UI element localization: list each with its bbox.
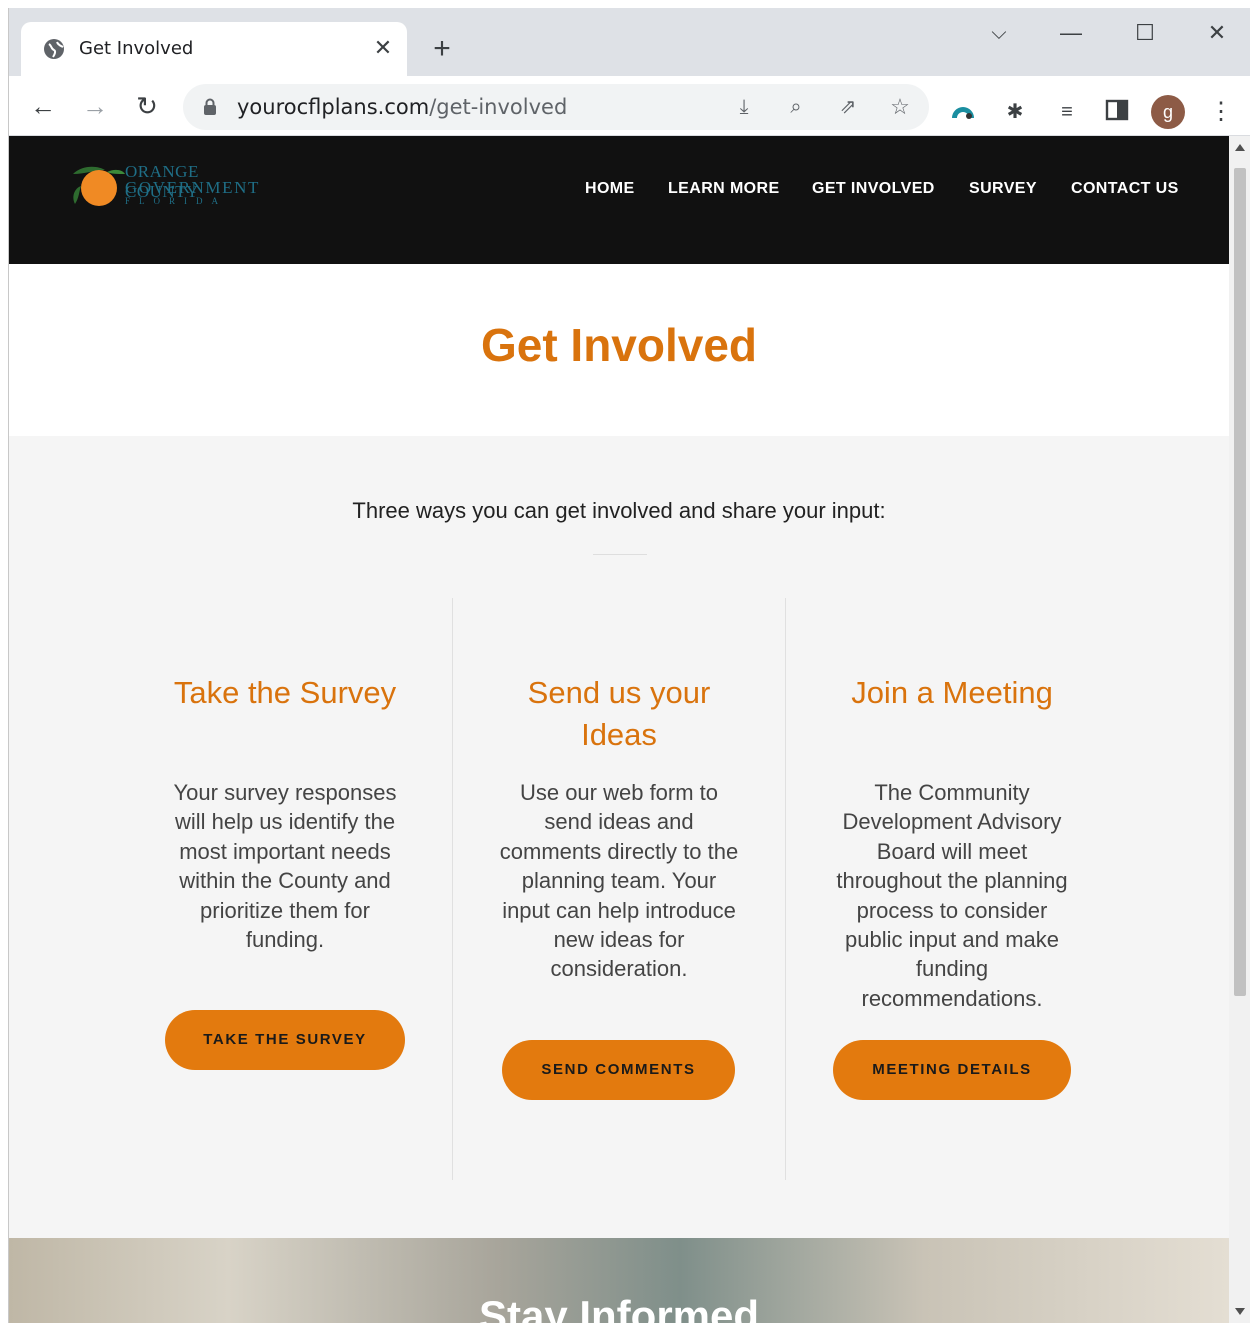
tab-strip: Get Involved ✕ + ⌵ — ☐ ✕ (9, 8, 1250, 76)
text-line: within the County and (179, 868, 391, 894)
column-divider (452, 598, 453, 1180)
column-text: The Community Development Advisory Board… (812, 778, 1092, 1013)
stay-informed-title: Stay Informed (478, 1292, 760, 1323)
text-line: will help us identify the (174, 809, 396, 835)
column-divider (785, 598, 786, 1180)
orange-county-logo[interactable]: ORANGE COUNTY GOVERNMENT FLORIDA (69, 160, 258, 212)
site-header: ORANGE COUNTY GOVERNMENT FLORIDA HOME LE… (9, 136, 1229, 264)
text-line: planning team. Your (521, 868, 717, 894)
meeting-details-button[interactable]: MEETING DETAILS (833, 1040, 1071, 1100)
column-title-line: Take the Survey (173, 675, 397, 710)
stay-informed-banner: Stay Informed (9, 1238, 1229, 1323)
text-line: most important needs (179, 838, 391, 864)
address-bar[interactable]: yourocflplans.com/get-involved ⤓ ⌕ ⇗ ☆ (183, 84, 929, 130)
back-arrow-icon[interactable]: ← (27, 90, 59, 122)
text-line: prioritize them for (200, 897, 370, 923)
side-panel-icon[interactable] (1103, 98, 1131, 126)
text-line: comments directly to the (499, 838, 739, 864)
scroll-up-arrow-icon[interactable] (1235, 144, 1245, 151)
column-title-line: Join a Meeting (851, 675, 1053, 710)
close-tab-icon[interactable]: ✕ (371, 36, 395, 60)
take-survey-button[interactable]: TAKE THE SURVEY (165, 1010, 405, 1070)
logo-line2: GOVERNMENT (125, 178, 260, 197)
extension-arc-graphic (952, 107, 974, 119)
text-line: recommendations. (861, 985, 1043, 1011)
column-text: Use our web form to send ideas and comme… (479, 778, 759, 984)
media-queue-icon[interactable]: ≡ (1053, 98, 1081, 126)
column-title: Take the Survey (145, 672, 425, 714)
bookmark-star-icon[interactable]: ☆ (887, 94, 913, 120)
get-involved-section: Three ways you can get involved and shar… (9, 436, 1229, 1238)
url-path: /get-involved (429, 95, 568, 119)
text-line: Development Advisory (842, 809, 1062, 835)
url-text[interactable]: yourocflplans.com/get-involved (237, 95, 567, 119)
reload-icon[interactable]: ↻ (131, 90, 163, 122)
minimize-icon[interactable]: — (1051, 18, 1091, 48)
nav-survey[interactable]: SURVEY (969, 180, 1037, 198)
orange-fruit-icon (73, 166, 125, 206)
browser-window: Get Involved ✕ + ⌵ — ☐ ✕ ← → ↻ yourocflp… (8, 8, 1250, 1323)
text-line: funding (915, 956, 989, 982)
text-line: process to consider (856, 897, 1048, 923)
browser-toolbar: ← → ↻ yourocflplans.com/get-involved ⤓ ⌕… (9, 76, 1250, 136)
text-line: throughout the planning (836, 868, 1068, 894)
text-line: new ideas for (553, 927, 685, 953)
forward-arrow-icon[interactable]: → (79, 90, 111, 122)
text-line: funding. (245, 927, 325, 953)
logo-line3: FLORIDA (125, 196, 228, 206)
hero: Get Involved (9, 264, 1229, 436)
profile-avatar[interactable]: g (1151, 95, 1185, 129)
page-title: Get Involved (480, 319, 758, 371)
text-line: Board will meet (876, 838, 1028, 864)
menu-kebab-icon[interactable]: ⋮ (1207, 98, 1235, 126)
new-tab-icon[interactable]: + (427, 34, 457, 64)
page-viewport: ORANGE COUNTY GOVERNMENT FLORIDA HOME LE… (9, 136, 1229, 1323)
side-panel-graphic (1105, 99, 1129, 121)
zoom-icon[interactable]: ⌕ (783, 94, 809, 120)
install-app-icon[interactable]: ⤓ (731, 94, 757, 120)
close-window-icon[interactable]: ✕ (1197, 18, 1237, 48)
scroll-down-arrow-icon[interactable] (1235, 1308, 1245, 1315)
extensions-puzzle-icon[interactable]: ✱ (1001, 98, 1029, 126)
tab-search-chevron-icon[interactable]: ⌵ (979, 18, 1019, 48)
globe-icon (44, 39, 64, 59)
column-text: Your survey responses will help us ident… (145, 778, 425, 954)
tab-title: Get Involved (79, 38, 194, 59)
url-domain: yourocflplans.com (237, 95, 430, 119)
column-title-line: Send us your (527, 675, 711, 710)
text-line: public input and make (844, 927, 1060, 953)
nav-learn-more[interactable]: LEARN MORE (668, 180, 780, 198)
send-comments-button[interactable]: SEND COMMENTS (502, 1040, 735, 1100)
nav-get-involved[interactable]: GET INVOLVED (812, 180, 935, 198)
share-icon[interactable]: ⇗ (835, 94, 861, 120)
text-line: Use our web form to (519, 780, 719, 805)
lock-icon (204, 98, 216, 115)
nav-home[interactable]: HOME (585, 180, 635, 198)
column-title: Send us your Ideas (479, 672, 759, 756)
maximize-icon[interactable]: ☐ (1125, 18, 1165, 48)
intro-separator (593, 554, 647, 555)
column-title-line: Ideas (581, 717, 657, 752)
text-line: consideration. (550, 956, 688, 982)
tab-get-involved[interactable]: Get Involved ✕ (21, 22, 407, 76)
scrollbar-thumb[interactable] (1234, 168, 1246, 996)
column-title: Join a Meeting (812, 672, 1092, 714)
page-scrollbar[interactable] (1229, 136, 1250, 1323)
text-line: send ideas and (544, 809, 694, 835)
intro-text: Three ways you can get involved and shar… (352, 498, 886, 523)
text-line: input can help introduce (502, 897, 736, 923)
nav-contact-us[interactable]: CONTACT US (1071, 180, 1179, 198)
text-line: The Community (874, 780, 1030, 805)
extension-arc-icon[interactable] (949, 98, 977, 126)
text-line: Your survey responses (173, 780, 397, 805)
